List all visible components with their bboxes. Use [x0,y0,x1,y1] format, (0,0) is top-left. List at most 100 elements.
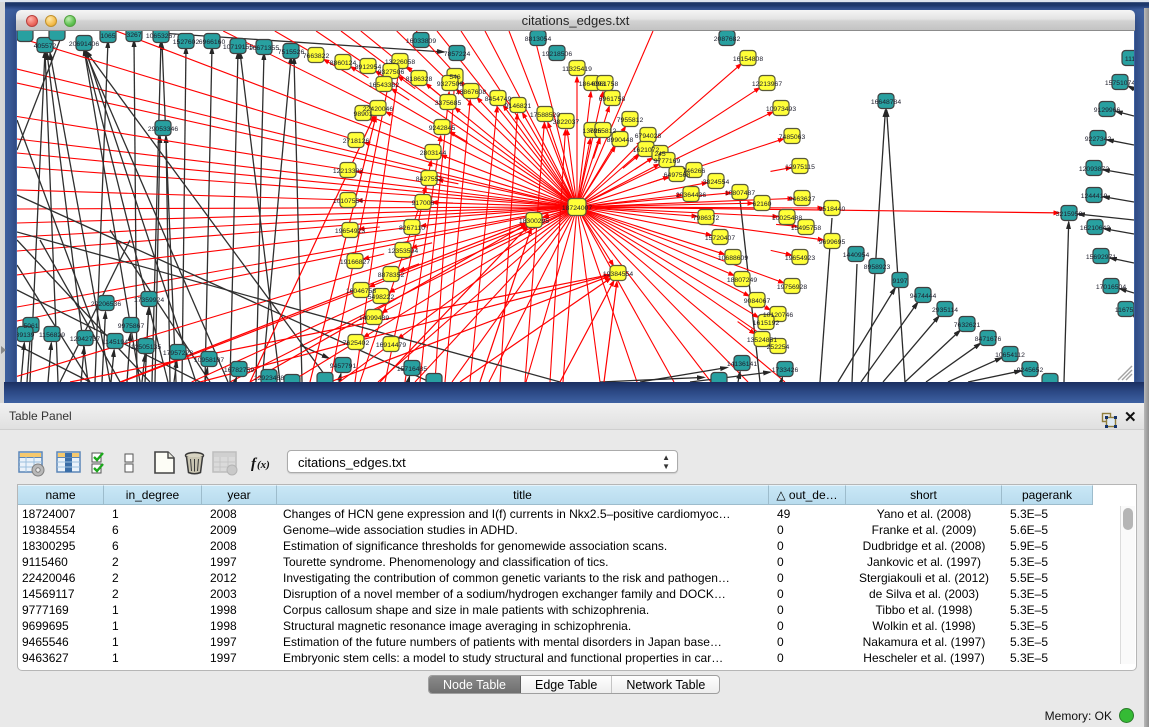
svg-text:12975115: 12975115 [785,164,815,171]
svg-text:6966160: 6966160 [199,39,226,46]
svg-text:1065: 1065 [100,33,115,40]
svg-text:16210643: 16210643 [1080,225,1110,232]
svg-text:9129966: 9129966 [1094,107,1121,114]
svg-text:7663822: 7663822 [303,53,330,60]
svg-text:16782759: 16782759 [224,367,254,374]
svg-text:19384554: 19384554 [603,271,633,278]
svg-text:15692971: 15692971 [1086,254,1116,261]
svg-text:12353594: 12353594 [388,248,418,255]
svg-text:9084067: 9084067 [744,298,771,305]
svg-text:7632621: 7632621 [954,322,981,329]
svg-text:6961758: 6961758 [592,81,619,88]
svg-text:3822037: 3822037 [553,119,580,126]
svg-text:9146821: 9146821 [505,103,532,110]
svg-text:19218506: 19218506 [542,51,572,58]
svg-text:20691406: 20691406 [69,41,99,48]
svg-text:62160: 62160 [753,201,772,208]
svg-text:7955812: 7955812 [617,117,644,124]
svg-text:5061: 5061 [23,323,38,330]
svg-text:917006: 917006 [412,200,435,207]
svg-text:8267110: 8267110 [399,225,425,232]
svg-text:17016504: 17016504 [1096,284,1126,291]
svg-text:12213967: 12213967 [752,81,782,88]
svg-text:10107554: 10107554 [333,198,363,205]
svg-text:9777169: 9777169 [654,158,681,165]
svg-text:16033809: 16033809 [406,38,436,45]
svg-text:8958923: 8958923 [864,264,891,271]
svg-text:252254: 252254 [767,344,790,351]
svg-text:15716485: 15716485 [397,366,427,373]
svg-text:15495758: 15495758 [791,225,821,232]
svg-text:9463627: 9463627 [789,196,816,203]
svg-text:16671355: 16671355 [249,45,279,52]
svg-text:17957223: 17957223 [163,350,193,357]
svg-text:7955812: 7955812 [590,128,617,135]
svg-text:8878352: 8878352 [378,272,405,279]
svg-text:23867608: 23867608 [456,89,486,96]
svg-text:16543382: 16543382 [369,82,399,89]
svg-text:7515526: 7515526 [278,49,305,56]
svg-text:6794028: 6794028 [635,133,662,140]
svg-text:3824554: 3824554 [703,179,730,186]
svg-text:9474444: 9474444 [910,293,937,300]
svg-text:39139: 39139 [17,332,35,339]
svg-text:18807249: 18807249 [727,277,757,284]
svg-text:19654923: 19654923 [785,255,815,262]
svg-text:12505135: 12505135 [131,344,161,351]
svg-text:245: 245 [654,151,666,158]
svg-text:10025488: 10025488 [772,215,802,222]
svg-text:18300295: 18300295 [519,218,549,225]
svg-text:14099489: 14099489 [359,315,389,322]
svg-text:9699695: 9699695 [819,239,846,246]
svg-text:15751074: 15751074 [1105,80,1134,87]
svg-text:19654923: 19654923 [335,228,365,235]
svg-text:1156829: 1156829 [39,332,65,339]
svg-text:12213382: 12213382 [333,168,363,175]
svg-text:8454749: 8454749 [485,96,512,103]
svg-text:18724007: 18724007 [562,205,592,212]
svg-text:6961758: 6961758 [599,96,626,103]
svg-text:3267: 3267 [126,32,141,39]
svg-text:(x): (x) [257,459,270,471]
svg-text:98901: 98901 [354,111,373,118]
svg-text:7625402: 7625402 [343,340,370,347]
svg-text:10973493: 10973493 [766,106,796,113]
svg-text:10120746: 10120746 [763,312,793,319]
svg-text:16154808: 16154808 [733,56,763,63]
svg-text:8860124: 8860124 [330,60,357,67]
svg-text:29053346: 29053346 [148,126,178,133]
svg-text:5498222: 5498222 [368,294,395,301]
svg-text:10653267: 10653267 [146,33,176,40]
svg-text:111: 111 [1125,56,1134,63]
svg-text:9245652: 9245652 [1017,367,1044,374]
svg-text:2803144: 2803144 [420,150,447,157]
svg-text:10807487: 10807487 [725,190,755,197]
svg-text:13226058: 13226058 [385,59,415,66]
svg-text:14136141: 14136141 [727,361,757,368]
svg-text:19756928: 19756928 [777,284,807,291]
svg-text:1527602: 1527602 [173,39,200,46]
svg-text:9327508: 9327508 [437,81,464,88]
svg-text:12942737: 12942737 [70,336,100,343]
svg-text:8990448: 8990448 [607,137,634,144]
svg-text:9227342: 9227342 [1085,136,1112,143]
svg-text:9327506: 9327506 [378,69,405,76]
svg-text:16914479: 16914479 [376,342,406,349]
svg-text:11325419: 11325419 [562,66,592,73]
svg-text:2718126: 2718126 [343,138,370,145]
svg-text:8471676: 8471676 [975,336,1002,343]
svg-text:8186328: 8186328 [406,76,433,83]
svg-text:1440954: 1440954 [843,252,870,259]
svg-text:10958107: 10958107 [194,357,224,364]
svg-text:12923468: 12923468 [254,375,284,382]
svg-text:8427552: 8427552 [416,176,443,183]
svg-text:116753: 116753 [1115,307,1134,314]
svg-text:1615192: 1615192 [753,320,780,327]
svg-text:7485063: 7485063 [779,134,806,141]
svg-text:7857224: 7857224 [444,51,471,58]
svg-text:20364436: 20364436 [676,192,706,199]
svg-text:9242845: 9242845 [429,125,456,132]
svg-text:9197: 9197 [892,278,907,285]
svg-text:1733426: 1733426 [772,367,799,374]
svg-text:546: 546 [449,74,461,81]
